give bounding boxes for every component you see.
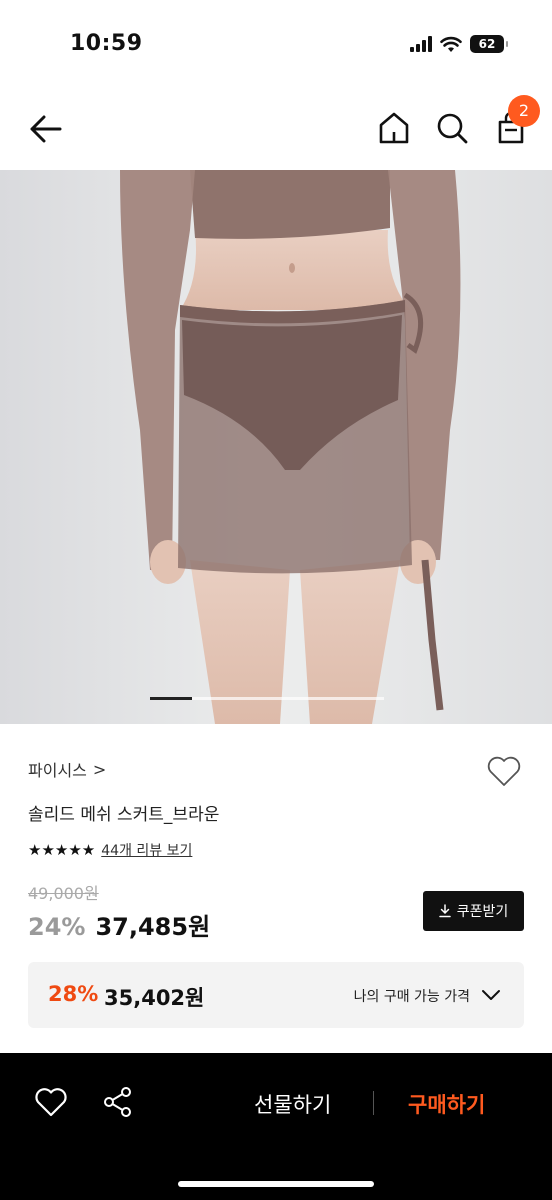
- buy-button[interactable]: 구매하기: [408, 1089, 485, 1119]
- product-image-carousel[interactable]: [0, 170, 552, 724]
- status-bar: 10:59 62: [0, 0, 552, 88]
- my-price-box[interactable]: 28% 35,402원 나의 구매 가능 가격: [28, 962, 524, 1028]
- signal-icon: [410, 36, 432, 52]
- price-row: 24% 37,485원: [28, 907, 210, 942]
- home-icon[interactable]: [376, 110, 412, 146]
- heart-icon[interactable]: [486, 754, 522, 788]
- rating-stars: ★★★★★: [28, 841, 96, 859]
- cart-badge: 2: [508, 95, 540, 127]
- my-price-label: 나의 구매 가능 가격: [353, 989, 470, 1005]
- heart-icon[interactable]: [34, 1086, 68, 1118]
- status-time: 10:59: [70, 31, 143, 56]
- brand-chevron-icon: >: [92, 759, 107, 779]
- battery-icon: 62: [470, 35, 508, 53]
- coupon-label: 쿠폰받기: [456, 904, 509, 920]
- carousel-indicator-active: [150, 697, 193, 700]
- original-price: 49,000원: [28, 884, 99, 903]
- my-price-discount: 28%: [48, 982, 99, 1006]
- divider: [373, 1091, 374, 1115]
- home-indicator: [178, 1181, 374, 1187]
- download-icon: [438, 904, 451, 918]
- my-price-value: 35,402원: [104, 986, 205, 1010]
- coupon-button[interactable]: 쿠폰받기: [423, 891, 524, 931]
- chevron-down-icon: [482, 990, 500, 1000]
- brand-name: 파이시스: [28, 761, 87, 780]
- search-icon[interactable]: [434, 110, 470, 146]
- top-nav: [0, 88, 552, 170]
- sale-price: 37,485원: [95, 913, 211, 941]
- rating-row: ★★★★★ 44개 리뷰 보기: [28, 840, 192, 860]
- share-icon[interactable]: [101, 1085, 135, 1119]
- bottom-action-bar: 선물하기 구매하기: [0, 1053, 552, 1200]
- product-title: 솔리드 메쉬 스커트_브라운: [28, 805, 220, 825]
- discount-rate: 24%: [28, 913, 86, 941]
- product-photo: [0, 170, 552, 724]
- carousel-indicator: [150, 697, 384, 700]
- status-icons: 62: [410, 35, 508, 53]
- review-link[interactable]: 44개 리뷰 보기: [101, 840, 192, 860]
- gift-button[interactable]: 선물하기: [254, 1089, 331, 1119]
- wifi-icon: [440, 36, 462, 52]
- back-arrow-icon[interactable]: [26, 112, 66, 146]
- brand-link[interactable]: 파이시스 >: [28, 757, 106, 781]
